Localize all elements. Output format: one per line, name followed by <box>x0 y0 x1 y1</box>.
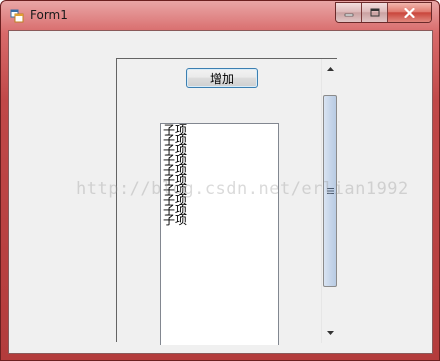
chevron-down-icon <box>326 331 334 335</box>
minimize-icon <box>344 13 353 16</box>
chevron-up-icon <box>326 67 334 71</box>
maximize-icon <box>370 8 379 17</box>
window-controls <box>335 2 432 23</box>
scroll-panel: 增加 子项 子项 子项 子项 子项 子项 子项 子项 子项 子项 <box>116 58 338 345</box>
vertical-scrollbar[interactable] <box>321 59 338 343</box>
close-icon <box>404 7 415 18</box>
title-bar[interactable]: Form1 <box>1 1 439 30</box>
scroll-up-button[interactable] <box>322 61 338 77</box>
window-title: Form1 <box>30 8 68 22</box>
scroll-thumb[interactable] <box>323 95 337 287</box>
minimize-button[interactable] <box>336 3 362 22</box>
list-item[interactable]: 子项 <box>163 214 278 226</box>
grip-icon <box>326 188 334 194</box>
maximize-button[interactable] <box>362 3 388 22</box>
form-app-icon <box>10 9 24 23</box>
form-client-area: 增加 子项 子项 子项 子项 子项 子项 子项 子项 子项 子项 <box>8 30 433 354</box>
add-button[interactable]: 增加 <box>186 68 258 88</box>
close-button[interactable] <box>388 3 431 22</box>
item-listbox[interactable]: 子项 子项 子项 子项 子项 子项 子项 子项 子项 子项 <box>160 123 279 345</box>
scroll-down-button[interactable] <box>322 325 338 341</box>
app-window: Form1 增加 子项 子项 子项 子项 子项 子项 子项 子项 子项 子项 h… <box>0 0 440 361</box>
